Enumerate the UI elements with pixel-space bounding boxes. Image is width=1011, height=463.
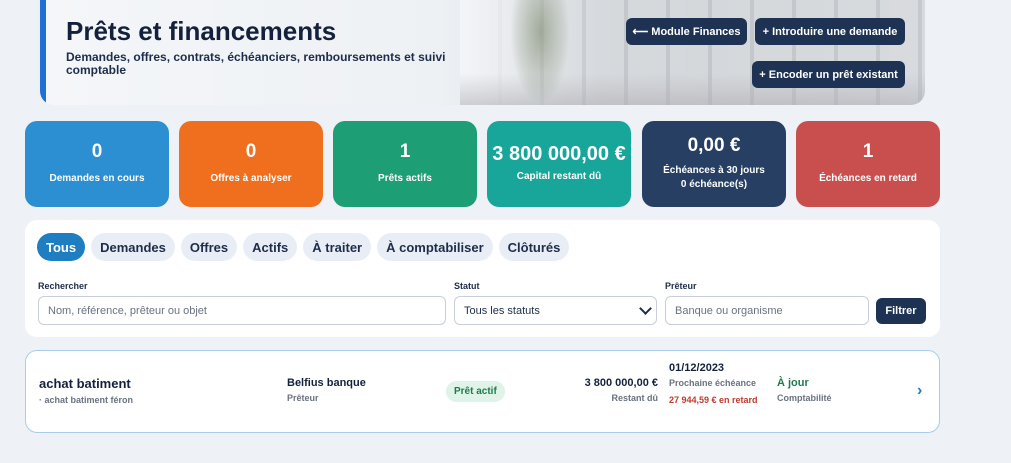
loan-lender-label: Prêteur [287, 393, 319, 403]
loan-lender: Belfius banque [287, 377, 366, 389]
stat-card-echeances-30[interactable]: 0,00 € Échéances à 30 jours 0 échéance(s… [642, 121, 786, 207]
tab-actifs[interactable]: Actifs [243, 233, 298, 261]
status-select[interactable]: Tous les statuts [454, 296, 657, 325]
lender-label: Prêteur [665, 281, 697, 291]
filter-button[interactable]: Filtrer [876, 298, 926, 324]
page-subtitle: Demandes, offres, contrats, échéanciers,… [66, 50, 446, 77]
stat-label: Prêts actifs [378, 173, 432, 184]
tab-a-traiter[interactable]: À traiter [303, 233, 372, 261]
tab-clotures[interactable]: Clôturés [498, 233, 570, 261]
loan-amount: 3 800 000,00 € [584, 377, 658, 389]
status-select-value: Tous les statuts [464, 304, 540, 317]
stat-value: 1 [399, 141, 411, 162]
stat-value: 1 [862, 141, 874, 162]
stat-card-prets-actifs[interactable]: 1 Prêts actifs [333, 121, 477, 207]
stat-label-line2: 0 échéance(s) [680, 179, 748, 190]
tab-offres[interactable]: Offres [180, 233, 238, 261]
loan-amount-label: Restant dû [611, 393, 658, 403]
next-due-date: 01/12/2023 [669, 362, 725, 374]
status-badge: Prêt actif [446, 381, 505, 402]
stat-value: 0 [91, 141, 103, 162]
status-label: Statut [454, 281, 480, 291]
page-header: Prêts et financements Demandes, offres, … [40, 0, 925, 105]
introduce-request-button[interactable]: + Introduire une demande [755, 18, 905, 45]
filter-panel: Tous Demandes Offres Actifs À traiter À … [25, 220, 940, 337]
stat-card-retard[interactable]: 1 Échéances en retard [796, 121, 940, 207]
loan-object: achat batiment [39, 376, 131, 391]
stat-label: Échéances en retard [819, 173, 917, 184]
next-due-label: Prochaine échéance [669, 378, 757, 388]
chevron-down-icon [639, 301, 652, 315]
stat-label: Échéances à 30 jours 0 échéance(s) [663, 164, 765, 192]
tab-tous[interactable]: Tous [37, 233, 86, 261]
search-input[interactable]: Nom, référence, prêteur ou objet [38, 296, 446, 325]
stat-card-offres[interactable]: 0 Offres à analyser [179, 121, 323, 207]
stat-label: Demandes en cours [49, 173, 145, 184]
stat-value: 3 800 000,00 € [492, 143, 626, 165]
tab-demandes[interactable]: Demandes [91, 233, 175, 261]
lender-input[interactable]: Banque ou organisme [665, 296, 869, 325]
loan-row[interactable]: achat batiment · achat batiment féron Be… [25, 350, 940, 433]
stat-card-capital[interactable]: 3 800 000,00 € Capital restant dû [487, 121, 631, 207]
page-title: Prêts et financements [66, 16, 337, 46]
chevron-right-icon[interactable]: › [917, 382, 922, 400]
tab-a-comptabiliser[interactable]: À comptabiliser [377, 233, 493, 261]
header-accent-bar [40, 0, 46, 105]
accounting-label: Comptabilité [777, 393, 832, 403]
stat-value: 0 [245, 141, 257, 162]
search-label: Rechercher [38, 281, 88, 291]
module-finances-button[interactable]: ⟵ Module Finances [626, 18, 747, 45]
stat-value: 0,00 € [687, 135, 741, 156]
stat-label: Offres à analyser [210, 173, 292, 184]
loan-object-detail: · achat batiment féron [39, 395, 134, 405]
stat-card-demandes[interactable]: 0 Demandes en cours [25, 121, 169, 207]
header-plant-decoration [510, 0, 570, 105]
stat-label: Capital restant dû [516, 171, 602, 182]
stat-label-line1: Échéances à 30 jours [663, 165, 765, 176]
status-tabs: Tous Demandes Offres Actifs À traiter À … [37, 233, 570, 261]
late-amount: 27 944,59 € en retard [669, 395, 758, 405]
accounting-status: À jour [777, 377, 809, 389]
encode-loan-button[interactable]: + Encoder un prêt existant [752, 61, 905, 88]
